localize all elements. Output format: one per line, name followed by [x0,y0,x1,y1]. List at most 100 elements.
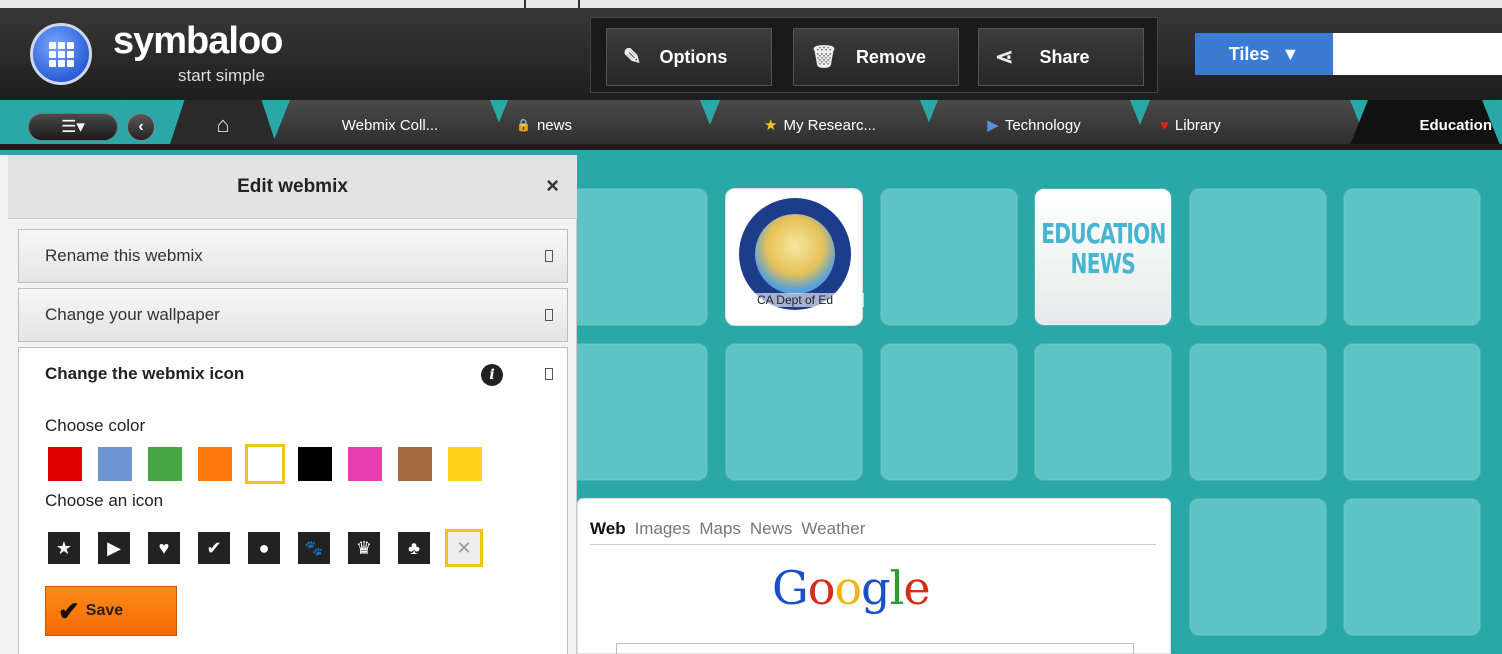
icon-option-dot[interactable]: ● [245,529,283,567]
list-menu-icon: ☰▾ [61,117,85,136]
tab-my-research[interactable]: ★ My Researc... [700,100,940,150]
browser-edge-strip [0,0,1502,8]
icon-option-check[interactable]: ✔ [195,529,233,567]
search-input[interactable] [1333,33,1502,75]
home-tab[interactable]: ⌂ [168,100,278,150]
remove-button[interactable]: 🗑 Remove [793,28,959,86]
logo-letter: G [772,561,809,615]
empty-tile[interactable] [570,343,708,481]
tab-label: news [536,116,572,134]
chevron-left-icon: ‹ [138,118,144,135]
empty-tile[interactable] [1034,343,1172,481]
tab-education[interactable]: Education [1348,100,1502,150]
empty-tile[interactable] [1189,498,1327,636]
empty-tile[interactable] [880,188,1018,326]
section-label: Rename this webmix [45,246,203,265]
panel-header: Edit webmix × [8,155,577,219]
icon-option-crown[interactable]: ♛ [345,529,383,567]
tile-caption: CA Dept of Ed [726,293,864,307]
change-wallpaper-section[interactable]: Change your wallpaper [18,288,568,342]
logo-letter: e [903,561,930,615]
info-icon[interactable]: i [481,364,503,386]
rename-webmix-section[interactable]: Rename this webmix [18,229,568,283]
dropdown-arrow-icon: ▼ [1281,43,1300,64]
dot-icon: ● [248,532,280,564]
empty-tile[interactable] [1189,188,1327,326]
play-icon: ▶ [98,532,130,564]
tab-news[interactable]: 🔒 news [488,100,720,150]
back-button[interactable]: ‹ [127,113,155,141]
tab-label: Library [1174,116,1221,134]
collapse-toggle-icon[interactable] [545,368,553,380]
icon-option-club[interactable]: ♣ [395,529,433,567]
expand-toggle-icon[interactable] [545,309,553,321]
color-swatch-yellow[interactable] [445,444,485,484]
trash-icon: 🗑 [810,44,838,69]
expand-toggle-icon[interactable] [545,250,553,262]
options-button[interactable]: ✎ Options [606,28,772,86]
paw-icon: 🐾 [298,532,330,564]
empty-tile[interactable] [1343,498,1481,636]
color-swatch-red[interactable] [45,444,85,484]
check-icon: ✔ [198,532,230,564]
empty-tile[interactable] [1343,343,1481,481]
logo-letter: g [861,561,890,615]
google-tab-images[interactable]: Images [635,519,691,539]
google-search-input[interactable] [616,643,1134,654]
strip-divider [578,0,580,8]
tile-ca-dept-of-ed[interactable]: CA Dept of Ed [725,188,864,326]
tab-label: Webmix Coll... [341,116,439,134]
empty-tile[interactable] [1189,343,1327,481]
close-icon[interactable]: × [546,173,559,199]
heart-icon: ♥ [1160,116,1169,134]
google-tab-web[interactable]: Web [590,519,626,539]
star-icon: ★ [48,532,80,564]
google-tab-maps[interactable]: Maps [699,519,741,539]
webmix-tab-bar: ☰▾ ‹ ⌂ Webmix Coll... 🔒 news ★ My Resear… [0,100,1502,150]
lock-icon: 🔒 [516,118,531,132]
tab-label: My Researc... [783,116,876,134]
empty-tile[interactable] [570,188,708,326]
color-swatch-blue[interactable] [95,444,135,484]
empty-tile[interactable] [880,343,1018,481]
home-icon: ⌂ [216,112,230,137]
empty-tile[interactable] [1343,188,1481,326]
color-swatch-orange[interactable] [195,444,235,484]
panel-title: Edit webmix [237,175,348,197]
play-icon: ▶ [987,117,999,134]
edit-webmix-panel: Edit webmix × Rename this webmix Change … [0,155,577,654]
icon-option-heart[interactable]: ♥ [145,529,183,567]
tab-label: Education [1419,116,1492,134]
save-button[interactable]: ✔ Save [45,586,177,636]
google-tab-news[interactable]: News [750,519,793,539]
icon-option-paw[interactable]: 🐾 [295,529,333,567]
tab-technology[interactable]: ▶ Technology [918,100,1150,150]
symbaloo-logo-icon[interactable] [30,23,92,85]
color-swatch-pink[interactable] [345,444,385,484]
save-label: Save [85,602,124,619]
crown-icon: ♛ [348,532,380,564]
top-bar: symbaloo start simple ✎ Options 🗑 Remove… [0,0,1502,100]
section-label: Change your wallpaper [45,305,220,324]
color-swatch-white[interactable] [245,444,285,484]
tab-webmix-collection[interactable]: Webmix Coll... [270,100,510,150]
icon-option-none[interactable]: ✕ [445,529,483,567]
tile-education-news[interactable]: EDUCATION NEWS [1034,188,1172,326]
color-swatch-brown[interactable] [395,444,435,484]
icon-option-play[interactable]: ▶ [95,529,133,567]
options-label: Options [659,46,728,67]
share-button[interactable]: ⋖ Share [978,28,1144,86]
color-swatch-green[interactable] [145,444,185,484]
share-icon: ⋖ [995,44,1014,69]
empty-tile[interactable] [725,343,863,481]
logo-letter: l [889,561,905,615]
menu-list-button[interactable]: ☰▾ [28,113,118,141]
icon-option-star[interactable]: ★ [45,529,83,567]
strip-divider [524,0,526,8]
color-swatch-black[interactable] [295,444,335,484]
tab-library[interactable]: ♥ Library [1130,100,1370,150]
choose-icon-label: Choose an icon [45,491,164,510]
star-icon: ★ [764,117,778,134]
google-tab-weather[interactable]: Weather [801,519,865,539]
tiles-dropdown[interactable]: Tiles ▼ [1195,33,1333,75]
